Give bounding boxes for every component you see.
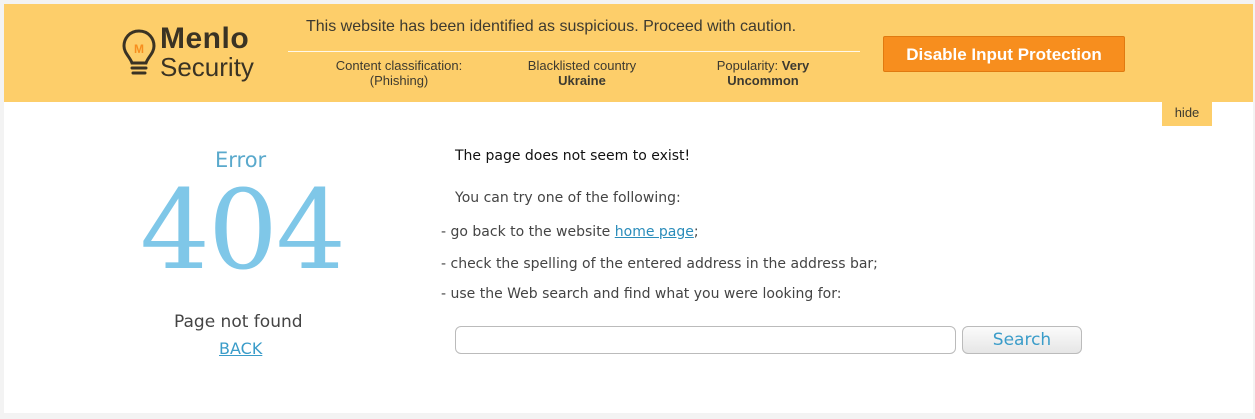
suggestion-search: - use the Web search and find what you w… xyxy=(441,286,842,302)
page-not-found-text: Page not found xyxy=(174,312,303,332)
country-value: Ukraine xyxy=(558,73,606,88)
search-button[interactable]: Search xyxy=(962,326,1082,354)
error-code: 404 xyxy=(140,166,346,294)
logo-subword: Security xyxy=(160,52,254,82)
popularity-info: Popularity: Very Uncommon xyxy=(682,58,844,88)
message-intro: You can try one of the following: xyxy=(455,190,681,206)
warning-divider xyxy=(288,51,860,52)
security-banner: M Menlo Security This website has been i… xyxy=(4,4,1253,102)
country-label: Blacklisted country xyxy=(527,58,637,73)
back-link[interactable]: BACK xyxy=(219,339,262,358)
popularity-label: Popularity: xyxy=(716,58,779,73)
suggestion-home-suffix: ; xyxy=(693,224,699,240)
disable-input-protection-button[interactable]: Disable Input Protection xyxy=(883,36,1125,72)
classification-value: (Phishing) xyxy=(369,73,429,88)
lightbulb-icon: M xyxy=(122,29,156,75)
suggestion-spelling: - check the spelling of the entered addr… xyxy=(441,256,878,272)
message-title: The page does not seem to exist! xyxy=(455,148,691,164)
classification-info: Content classification: (Phishing) xyxy=(304,58,494,88)
page-frame: M Menlo Security This website has been i… xyxy=(4,4,1253,413)
suggestion-home-prefix: - go back to the website xyxy=(441,224,611,240)
menlo-logo: M Menlo Security xyxy=(122,22,272,88)
popularity-value-1: Very xyxy=(781,58,810,73)
hide-banner-button[interactable]: hide xyxy=(1162,102,1212,126)
suggestion-home: - go back to the website home page; xyxy=(441,224,699,240)
popularity-value-2: Uncommon xyxy=(727,73,799,88)
home-page-link[interactable]: home page xyxy=(615,224,694,240)
country-info: Blacklisted country Ukraine xyxy=(497,58,667,88)
classification-label: Content classification: xyxy=(335,58,463,73)
svg-text:M: M xyxy=(134,42,144,56)
search-input[interactable] xyxy=(455,326,956,354)
logo-word: Menlo xyxy=(160,22,250,55)
suspicious-warning: This website has been identified as susp… xyxy=(306,18,797,35)
